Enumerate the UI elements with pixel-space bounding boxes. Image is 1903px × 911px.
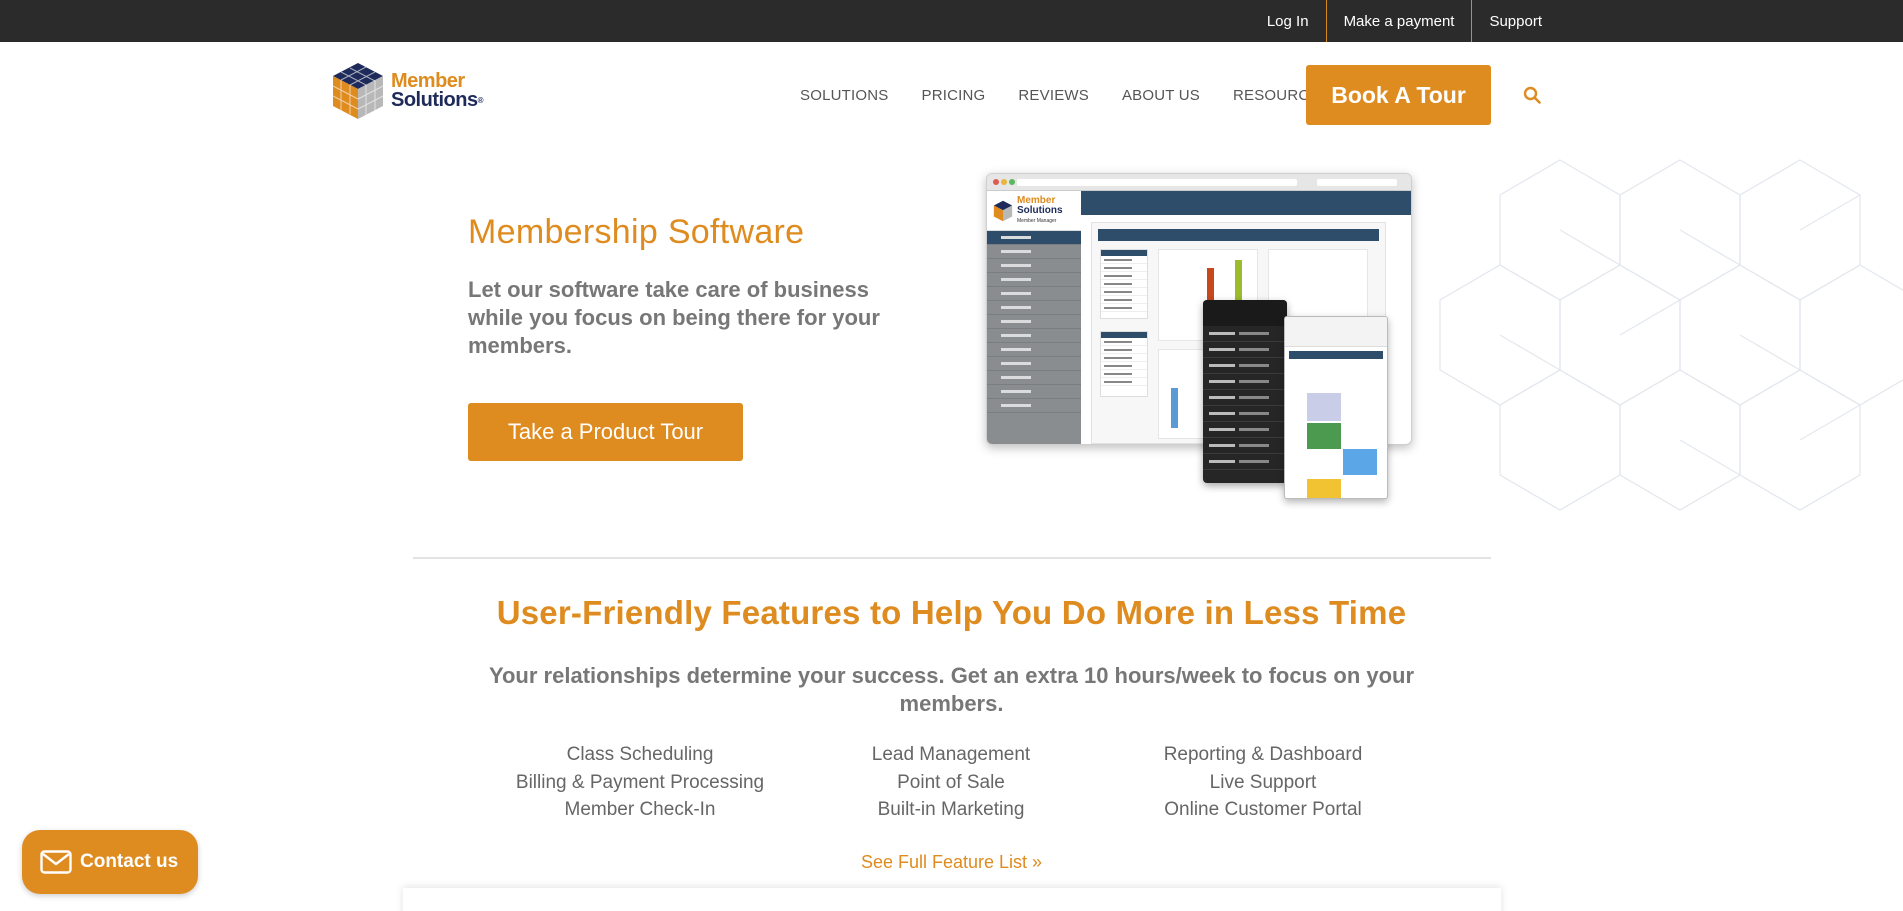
feature-item: Online Customer Portal — [1164, 799, 1362, 820]
phone-class-row — [1203, 374, 1287, 390]
main-nav: SOLUTIONS PRICING REVIEWS ABOUT US RESOU… — [800, 65, 1330, 125]
phone-class-row — [1203, 326, 1287, 342]
phone-class-row — [1203, 454, 1287, 470]
app-sidebar-item — [987, 301, 1081, 315]
feature-item: Reporting & Dashboard — [1163, 744, 1363, 765]
logo-wordmark: Member Solutions® — [391, 71, 484, 111]
app-sidebar-item — [987, 343, 1081, 357]
app-sidebar-item — [987, 287, 1081, 301]
phone-class-row — [1203, 422, 1287, 438]
app-sidebar-item — [987, 273, 1081, 287]
feature-item: Member Check-In — [564, 799, 716, 820]
cube-logo-icon — [332, 63, 384, 119]
browser-search-bar — [1317, 179, 1397, 186]
login-link[interactable]: Log In — [1250, 0, 1326, 42]
app-sidebar-item — [987, 315, 1081, 329]
logo-line-solutions: Solutions — [391, 89, 478, 111]
calendar-block — [1307, 423, 1341, 449]
logo-line-solutions-wrap: Solutions® — [391, 89, 484, 111]
nav-reviews[interactable]: REVIEWS — [1018, 87, 1089, 104]
logo-reg-mark: ® — [477, 96, 484, 105]
support-link[interactable]: Support — [1472, 0, 1559, 42]
app-sidebar-item — [987, 371, 1081, 385]
app-logo-line3: Member Manager — [1017, 217, 1057, 224]
feature-column-2: Lead Management Point of Sale Built-in M… — [801, 741, 1101, 824]
dashboard-header-bar — [1098, 229, 1379, 241]
nav-pricing[interactable]: PRICING — [921, 87, 985, 104]
features-title: User-Friendly Features to Help You Do Mo… — [496, 594, 1407, 631]
utility-links: Log In Make a payment Support — [1250, 0, 1559, 42]
nav-solutions[interactable]: SOLUTIONS — [800, 87, 888, 104]
app-sidebar-item — [987, 259, 1081, 273]
app-sidebar-item — [987, 231, 1081, 245]
feature-item: Billing & Payment Processing — [515, 771, 765, 793]
features-subtitle: Your relationships determine your succes… — [488, 663, 1415, 716]
cube-logo-icon — [993, 200, 1013, 221]
section-divider — [413, 557, 1491, 559]
phone-class-row — [1203, 390, 1287, 406]
feature-column-1: Class Scheduling Billing & Payment Proce… — [490, 741, 790, 824]
next-section-card — [403, 888, 1501, 911]
phone-header — [1203, 300, 1287, 326]
hero-subtitle: Let our software take care of business w… — [468, 277, 880, 358]
calendar-block — [1307, 393, 1341, 421]
app-sidebar-item — [987, 329, 1081, 343]
quick-stats-table — [1100, 249, 1148, 319]
contact-us-button[interactable]: Contact us — [22, 830, 198, 894]
make-payment-link[interactable]: Make a payment — [1327, 0, 1472, 42]
phone-class-row — [1203, 406, 1287, 422]
sales-bar — [1171, 388, 1178, 428]
calendar-block — [1307, 479, 1341, 498]
feature-column-3: Reporting & Dashboard Live Support Onlin… — [1113, 741, 1413, 824]
book-a-tour-button[interactable]: Book A Tour — [1306, 65, 1491, 125]
calendar-block — [1343, 449, 1377, 475]
see-full-feature-list-link[interactable]: See Full Feature List » — [0, 852, 1903, 873]
window-dot — [1009, 179, 1015, 185]
browser-chrome — [987, 174, 1411, 191]
top-reports-table — [1100, 331, 1148, 397]
app-top-strip — [1081, 191, 1411, 215]
app-logo-text: Member Solutions Member Manager — [1017, 194, 1063, 226]
feature-item: Built-in Marketing — [877, 799, 1025, 820]
phone-class-row — [1203, 342, 1287, 358]
phone-class-row — [1203, 358, 1287, 374]
product-screenshot-phone — [1203, 300, 1287, 483]
app-logo-line1: Member — [1017, 194, 1056, 206]
contact-us-label: Contact us — [80, 851, 179, 872]
feature-item: Class Scheduling — [566, 744, 714, 765]
app-sidebar: Member Solutions Member Manager — [987, 191, 1081, 444]
tablet-header — [1285, 317, 1387, 347]
top-utility-bar: Log In Make a payment Support — [0, 0, 1903, 42]
hexagon-pattern-decoration — [1439, 159, 1903, 511]
take-product-tour-button[interactable]: Take a Product Tour — [468, 403, 743, 461]
tablet-title-bar — [1289, 351, 1383, 359]
feature-item: Live Support — [1209, 771, 1317, 793]
address-bar — [1017, 179, 1297, 186]
product-screenshot-tablet — [1284, 316, 1388, 499]
feature-item: Lead Management — [871, 744, 1031, 765]
nav-about-us[interactable]: ABOUT US — [1122, 87, 1200, 104]
app-logo-line2: Solutions — [1017, 204, 1063, 216]
app-logo-area: Member Solutions Member Manager — [987, 191, 1081, 231]
envelope-icon — [40, 850, 72, 874]
search-icon[interactable] — [1523, 86, 1541, 104]
app-sidebar-item — [987, 399, 1081, 413]
app-sidebar-item — [987, 245, 1081, 259]
window-dot — [993, 179, 999, 185]
feature-item: Point of Sale — [897, 771, 1005, 793]
window-dot — [1001, 179, 1007, 185]
app-sidebar-item — [987, 385, 1081, 399]
phone-class-row — [1203, 438, 1287, 454]
app-sidebar-item — [987, 357, 1081, 371]
site-logo[interactable]: Member Solutions® — [331, 61, 484, 121]
hero-title: Membership Software — [468, 213, 805, 251]
